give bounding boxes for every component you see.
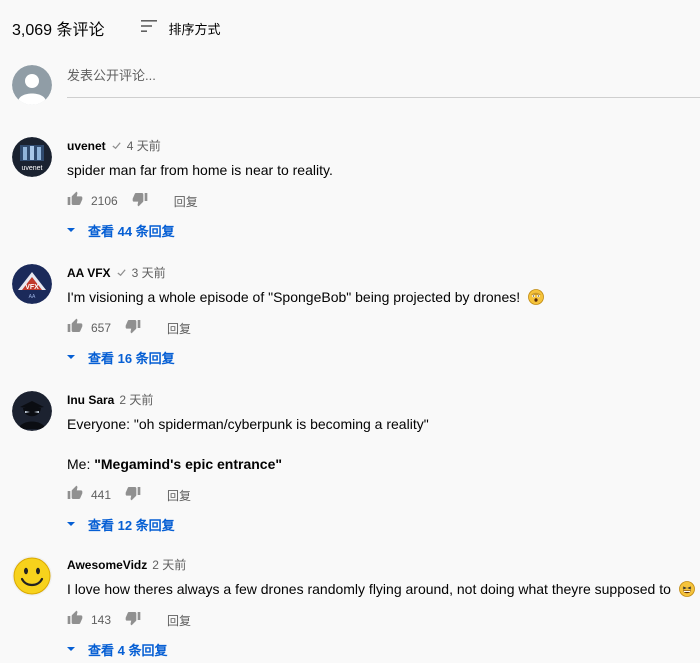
comment-meta: AwesomeVidz 2 天前 — [67, 556, 700, 573]
comment-text: I'm visioning a whole episode of "Sponge… — [67, 289, 700, 306]
comment-text-content: I love how theres always a few drones ra… — [67, 581, 671, 597]
comment-author[interactable]: uvenet — [67, 139, 106, 153]
comment-meta: uvenet 4 天前 — [67, 137, 700, 154]
comment-body: uvenet 4 天前 spider man far from home is … — [67, 137, 700, 240]
comment-text-line-1: Everyone: "oh spiderman/cyberpunk is bec… — [67, 416, 429, 432]
avatar[interactable]: uvenet — [12, 137, 52, 177]
thumbs-up-icon — [67, 191, 83, 212]
like-button[interactable]: 441 — [67, 485, 111, 506]
comment-text-line-2: Me: "Megamind's epic entrance" — [67, 456, 700, 473]
add-comment-box — [12, 65, 700, 105]
comment-text: Everyone: "oh spiderman/cyberpunk is bec… — [67, 416, 700, 473]
comment-text: spider man far from home is near to real… — [67, 162, 333, 178]
avatar[interactable]: VFX AA — [12, 264, 52, 304]
comments-header: 3,069 条评论 排序方式 — [12, 16, 221, 40]
svg-text:uvenet: uvenet — [21, 165, 42, 172]
comment-body: AA VFX 3 天前 I'm visioning a whole episod… — [67, 264, 700, 367]
comment-author[interactable]: AwesomeVidz — [67, 558, 147, 572]
view-replies-label: 查看 44 条回复 — [88, 224, 175, 239]
thumbs-down-icon — [125, 485, 141, 506]
view-replies-label: 查看 12 条回复 — [88, 518, 175, 533]
like-count: 2106 — [91, 194, 118, 208]
thumbs-down-icon — [132, 191, 148, 212]
astonished-emoji-icon — [528, 289, 544, 305]
current-user-avatar — [12, 65, 52, 105]
comments-section: 3,069 条评论 排序方式 发表公开评论... uvenet uvenet 4… — [0, 0, 700, 663]
caret-down-icon — [66, 642, 76, 657]
sort-icon — [139, 18, 159, 39]
caret-down-icon — [66, 517, 76, 532]
comment-text-prefix: Me: — [67, 456, 95, 472]
comment-author[interactable]: Inu Sara — [67, 393, 114, 407]
comment-actions: 2106 回复 — [67, 191, 700, 212]
dislike-button[interactable] — [125, 610, 141, 631]
view-replies-button[interactable]: 查看 16 条回复 — [66, 348, 700, 367]
reply-button[interactable]: 回复 — [167, 487, 191, 504]
comment-thread: VFX AA AA VFX 3 天前 I'm visioning a whole… — [12, 264, 700, 367]
comment-thread: Inu Sara 2 天前 Everyone: "oh spiderman/cy… — [12, 391, 700, 534]
comment-meta: AA VFX 3 天前 — [67, 264, 700, 281]
dislike-button[interactable] — [125, 485, 141, 506]
comment-input[interactable] — [67, 68, 700, 98]
view-replies-label: 查看 4 条回复 — [88, 643, 168, 658]
like-button[interactable]: 2106 — [67, 191, 118, 212]
comment-text-content: I'm visioning a whole episode of "Sponge… — [67, 289, 521, 305]
avatar[interactable] — [12, 391, 52, 431]
sort-label: 排序方式 — [168, 21, 221, 37]
like-button[interactable]: 657 — [67, 318, 111, 339]
comment-author[interactable]: AA VFX — [67, 266, 111, 280]
thumbs-up-icon — [67, 610, 83, 631]
comment-text: I love how theres always a few drones ra… — [67, 581, 700, 598]
svg-text:AA: AA — [29, 294, 36, 300]
comment-count: 3,069 条评论 — [12, 22, 105, 39]
thumbs-up-icon — [67, 318, 83, 339]
comment-body: AwesomeVidz 2 天前 I love how theres alway… — [67, 556, 700, 659]
view-replies-label: 查看 16 条回复 — [88, 351, 175, 366]
comment-meta: Inu Sara 2 天前 — [67, 391, 700, 408]
comment-body: Inu Sara 2 天前 Everyone: "oh spiderman/cy… — [67, 391, 700, 534]
caret-down-icon — [66, 223, 76, 238]
like-count: 657 — [91, 321, 112, 335]
dislike-button[interactable] — [125, 318, 141, 339]
like-count: 441 — [91, 488, 112, 502]
view-replies-button[interactable]: 查看 4 条回复 — [66, 640, 700, 659]
verified-check-icon — [111, 140, 122, 151]
like-count: 143 — [91, 613, 112, 627]
thumbs-down-icon — [125, 318, 141, 339]
comment-actions: 441 回复 — [67, 485, 700, 506]
sort-button[interactable]: 排序方式 — [139, 18, 221, 39]
dislike-button[interactable] — [132, 191, 148, 212]
comment-thread: uvenet uvenet 4 天前 spider man far from h… — [12, 137, 700, 240]
comment-time[interactable]: 3 天前 — [132, 264, 166, 281]
verified-check-icon — [116, 267, 127, 278]
like-button[interactable]: 143 — [67, 610, 111, 631]
comment-text-bold: "Megamind's epic entrance" — [94, 456, 283, 472]
comment-time[interactable]: 2 天前 — [119, 391, 153, 408]
view-replies-button[interactable]: 查看 44 条回复 — [66, 221, 700, 240]
comment-thread: AwesomeVidz 2 天前 I love how theres alway… — [12, 556, 700, 659]
comment-actions: 143 回复 — [67, 610, 700, 631]
comment-actions: 657 回复 — [67, 318, 700, 339]
comment-time[interactable]: 2 天前 — [152, 556, 186, 573]
comment-time[interactable]: 4 天前 — [127, 137, 161, 154]
thumbs-up-icon — [67, 485, 83, 506]
thumbs-down-icon — [125, 610, 141, 631]
view-replies-button[interactable]: 查看 12 条回复 — [66, 515, 700, 534]
avatar[interactable] — [12, 556, 52, 596]
svg-text:VFX: VFX — [25, 284, 39, 291]
reply-button[interactable]: 回复 — [167, 612, 191, 629]
reply-button[interactable]: 回复 — [174, 193, 198, 210]
caret-down-icon — [66, 350, 76, 365]
reply-button[interactable]: 回复 — [167, 320, 191, 337]
grinning-sweat-emoji-icon — [678, 581, 695, 597]
